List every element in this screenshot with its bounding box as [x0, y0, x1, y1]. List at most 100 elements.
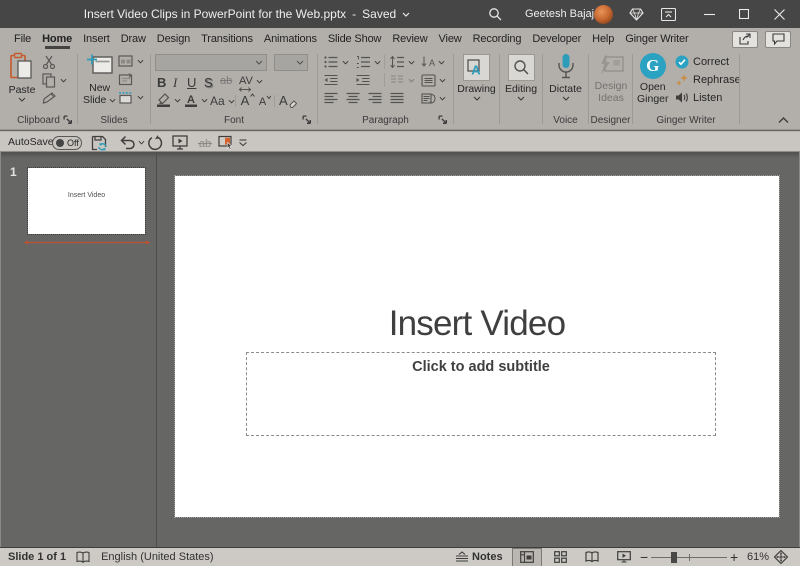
tab-recording[interactable]: Recording: [467, 28, 527, 50]
zoom-out-button[interactable]: −: [640, 549, 648, 565]
new-slide-button[interactable]: New Slide: [83, 52, 116, 106]
character-spacing-button[interactable]: AV: [239, 75, 263, 92]
text-shadow-button[interactable]: S: [204, 75, 213, 90]
strikethrough-button[interactable]: ab: [220, 75, 232, 87]
view-slide-sorter-button[interactable]: [545, 548, 575, 566]
ribbon-display-options-icon[interactable]: [659, 0, 677, 28]
line-spacing-button[interactable]: [390, 56, 415, 68]
accessibility-icon[interactable]: [76, 551, 90, 563]
change-case-button[interactable]: Aa: [210, 94, 235, 108]
ginger-listen-button[interactable]: Listen: [675, 91, 722, 104]
tab-transitions[interactable]: Transitions: [196, 28, 259, 50]
start-slideshow-button[interactable]: [172, 132, 188, 153]
tab-ginger-writer[interactable]: Ginger Writer: [620, 28, 694, 50]
decrease-font-size-button[interactable]: A: [258, 94, 271, 106]
collapse-ribbon-icon[interactable]: [778, 117, 789, 123]
decrease-indent-button[interactable]: [324, 74, 338, 86]
tab-slide-show[interactable]: Slide Show: [322, 28, 387, 50]
underline-button[interactable]: U: [187, 75, 196, 90]
subtitle-placeholder[interactable]: Click to add subtitle: [246, 352, 716, 436]
dictate-button[interactable]: Dictate: [543, 53, 588, 101]
text-direction-button[interactable]: A: [421, 56, 445, 68]
copy-button[interactable]: [42, 73, 67, 88]
convert-to-smartart-button[interactable]: [421, 92, 446, 105]
design-ideas-button[interactable]: Design Ideas: [591, 54, 631, 104]
zoom-slider[interactable]: [651, 548, 727, 566]
slide-layout-button[interactable]: [118, 55, 144, 67]
fit-slide-to-window-button[interactable]: [774, 550, 788, 564]
paragraph-dialog-launcher[interactable]: [438, 115, 448, 125]
zoom-level[interactable]: 61%: [747, 551, 769, 563]
document-title-area[interactable]: Insert Video Clips in PowerPoint for the…: [0, 0, 494, 28]
zoom-slider-thumb[interactable]: [671, 551, 677, 563]
user-name[interactable]: Geetesh Bajaj: [525, 0, 594, 28]
tab-animations[interactable]: Animations: [258, 28, 322, 50]
font-size-combobox[interactable]: [274, 54, 308, 71]
align-right-button[interactable]: [368, 92, 382, 104]
autosave-toggle[interactable]: Off: [52, 135, 82, 150]
clear-formatting-button[interactable]: A: [279, 93, 297, 108]
drawing-button[interactable]: A Drawing: [454, 54, 499, 101]
view-reading-button[interactable]: [577, 548, 607, 566]
align-text-button[interactable]: [421, 74, 446, 87]
tab-home[interactable]: Home: [37, 28, 78, 50]
language-status[interactable]: English (United States): [101, 551, 214, 563]
comments-button[interactable]: [765, 30, 791, 48]
share-button[interactable]: [732, 30, 758, 48]
avatar[interactable]: [593, 0, 613, 28]
increase-font-size-button[interactable]: A: [240, 92, 255, 106]
paste-button[interactable]: Paste: [8, 52, 36, 102]
editing-button[interactable]: Editing: [500, 54, 542, 101]
slide-counter[interactable]: Slide 1 of 1: [8, 551, 66, 563]
undo-button[interactable]: [119, 132, 145, 153]
qat-strikethrough-button[interactable]: ab: [197, 132, 213, 153]
slide-title-text[interactable]: Insert Video: [175, 304, 779, 344]
close-button[interactable]: [762, 0, 796, 28]
slide[interactable]: Insert Video Click to add subtitle: [174, 175, 780, 518]
font-name-combobox[interactable]: [155, 54, 267, 71]
align-center-button[interactable]: [346, 92, 360, 104]
numbering-button[interactable]: [356, 56, 381, 68]
bold-button[interactable]: B: [157, 75, 166, 90]
italic-button[interactable]: I: [173, 75, 177, 91]
section-button[interactable]: [118, 91, 144, 104]
tab-draw[interactable]: Draw: [115, 28, 151, 50]
add-remove-columns-button[interactable]: [390, 74, 415, 86]
justify-button[interactable]: [390, 92, 404, 104]
tab-design[interactable]: Design: [151, 28, 195, 50]
highlight-color-button[interactable]: [156, 93, 181, 107]
tab-insert[interactable]: Insert: [78, 28, 116, 50]
reset-slide-button[interactable]: [118, 73, 133, 86]
premium-gem-icon[interactable]: [628, 0, 644, 28]
notes-button[interactable]: Notes: [455, 551, 503, 563]
cut-button[interactable]: [42, 55, 56, 69]
font-dialog-launcher[interactable]: [302, 115, 312, 125]
customize-qat-button[interactable]: [238, 132, 248, 153]
bullets-button[interactable]: [324, 56, 349, 68]
view-normal-button[interactable]: [512, 547, 542, 566]
tab-view[interactable]: View: [433, 28, 467, 50]
view-slideshow-button[interactable]: [609, 548, 639, 566]
tab-review[interactable]: Review: [387, 28, 433, 50]
redo-button[interactable]: [147, 132, 163, 153]
zoom-in-button[interactable]: +: [730, 549, 738, 565]
slide-canvas[interactable]: Insert Video Click to add subtitle: [158, 152, 800, 547]
tab-file[interactable]: File: [0, 28, 37, 50]
format-painter-button[interactable]: [42, 91, 57, 105]
clipboard-dialog-launcher[interactable]: [63, 115, 73, 125]
increase-indent-button[interactable]: [356, 74, 370, 86]
slide-thumbnail[interactable]: Insert Video: [27, 167, 146, 235]
ginger-rephrase-button[interactable]: Rephrase: [675, 73, 741, 87]
search-icon[interactable]: [487, 0, 503, 28]
minimize-button[interactable]: [692, 0, 726, 28]
ginger-correct-button[interactable]: Correct: [675, 55, 729, 69]
save-button[interactable]: [91, 132, 107, 153]
slide-thumbnail-pane[interactable]: 1 Insert Video: [1, 152, 157, 547]
font-color-button[interactable]: A: [184, 93, 208, 107]
maximize-button[interactable]: [727, 0, 761, 28]
tab-help[interactable]: Help: [587, 28, 620, 50]
open-ginger-button[interactable]: G Open Ginger: [637, 53, 669, 105]
align-left-button[interactable]: [324, 92, 338, 104]
tab-developer[interactable]: Developer: [527, 28, 587, 50]
touch-mouse-mode-button[interactable]: [218, 132, 235, 153]
